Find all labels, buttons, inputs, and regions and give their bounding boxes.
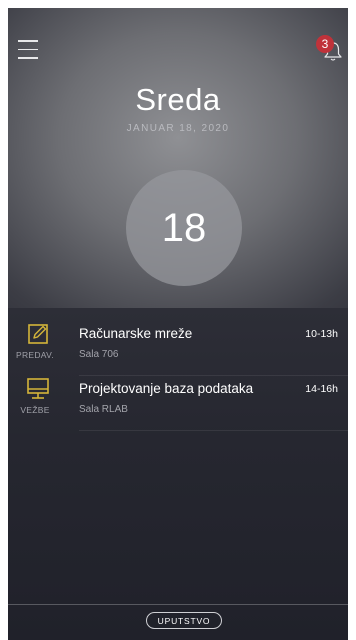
class-item[interactable]: VEŽBE Projektovanje baza podataka Sala R… bbox=[8, 377, 348, 431]
notification-count-badge: 3 bbox=[316, 35, 334, 53]
class-room: Sala RLAB bbox=[79, 404, 128, 415]
class-time: 14-16h bbox=[305, 383, 338, 395]
edit-icon bbox=[24, 322, 58, 348]
full-date: JANUAR 18, 2020 bbox=[126, 123, 230, 134]
class-time: 10-13h bbox=[305, 328, 338, 340]
guide-button[interactable]: UPUTSTVO bbox=[146, 612, 222, 629]
class-title: Računarske mreže bbox=[79, 326, 193, 341]
class-kind: VEŽBE bbox=[20, 405, 50, 415]
divider bbox=[79, 430, 348, 431]
monitor-icon bbox=[24, 377, 58, 403]
class-room: Sala 706 bbox=[79, 349, 119, 360]
class-item[interactable]: PREDAV. Računarske mreže Sala 706 10-13h bbox=[8, 322, 348, 376]
class-title: Projektovanje baza podataka bbox=[79, 381, 254, 396]
day-number: 18 bbox=[161, 206, 207, 250]
bottom-divider bbox=[8, 604, 348, 605]
day-name: Sreda bbox=[135, 82, 221, 117]
menu-button[interactable] bbox=[18, 40, 40, 60]
hamburger-icon bbox=[18, 40, 40, 59]
class-kind: PREDAV. bbox=[15, 350, 54, 360]
divider bbox=[79, 375, 348, 376]
phone-screen: 3 Sreda JANUAR 18, 2020 18 PREDAV. Račun… bbox=[8, 8, 348, 640]
notifications-button[interactable]: 3 bbox=[314, 32, 348, 66]
